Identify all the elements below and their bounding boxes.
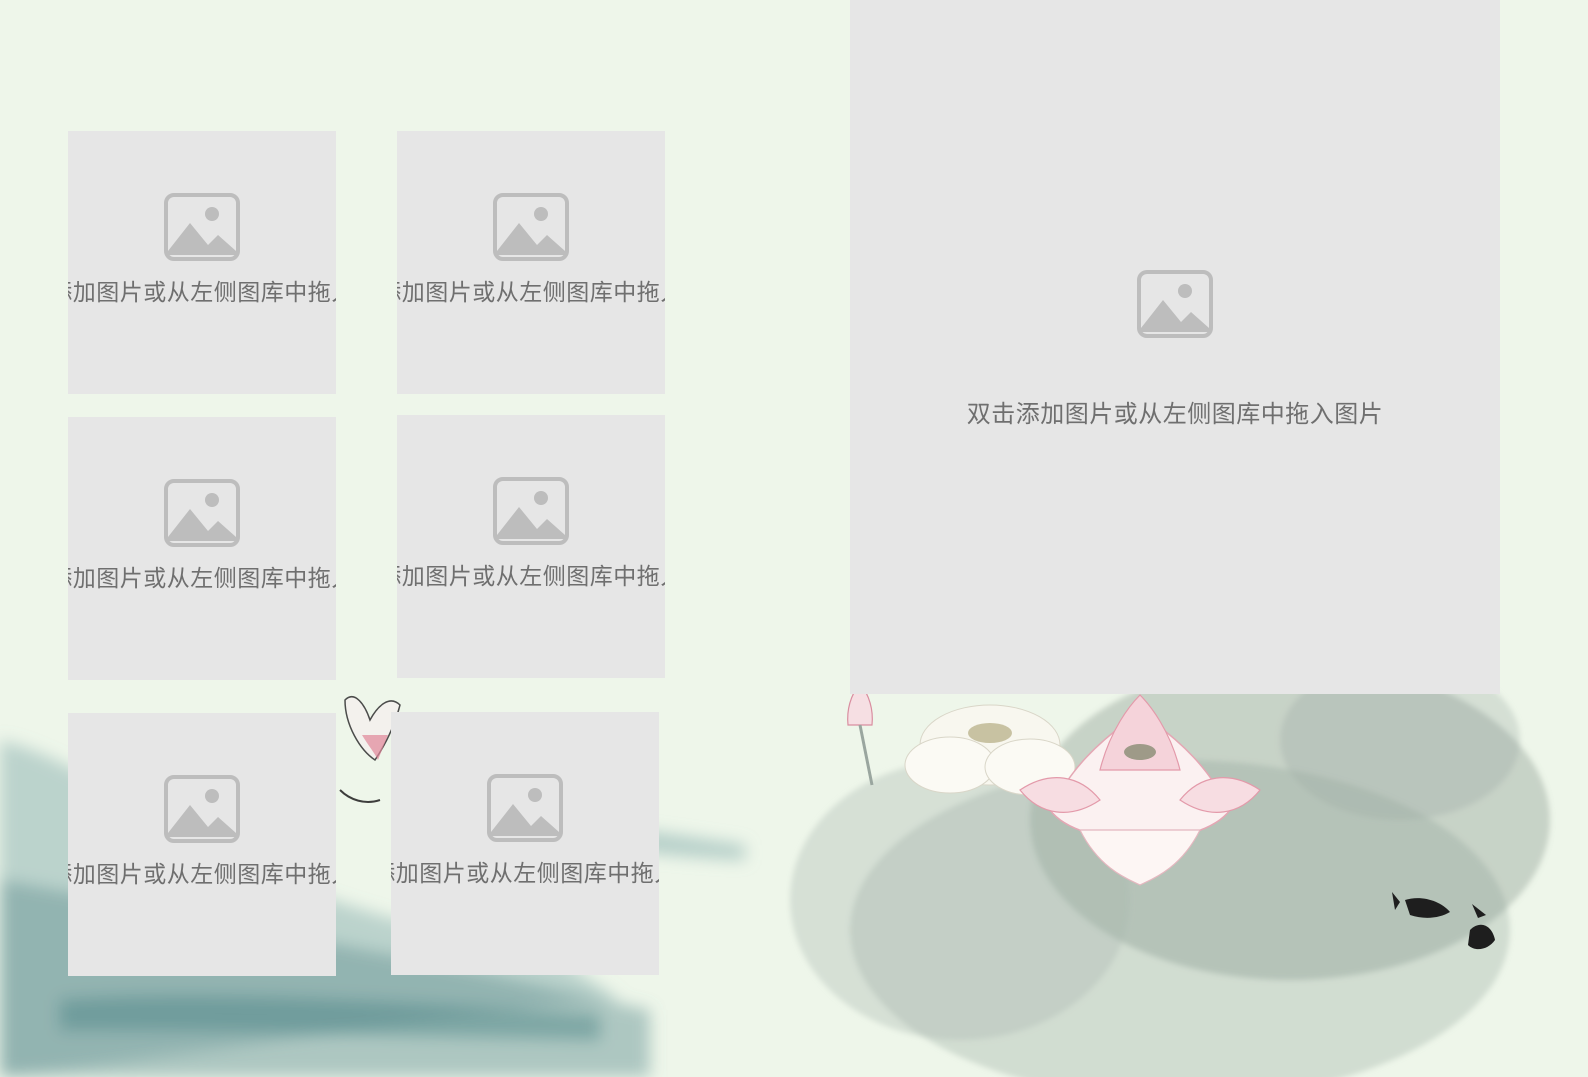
image-placeholder-small-5[interactable]: 双击添加图片或从左侧图库中拖入图片 (68, 713, 336, 976)
placeholder-hint-text: 双击添加图片或从左侧图库中拖入图片 (68, 862, 336, 888)
image-placeholder-small-6[interactable]: 双击添加图片或从左侧图库中拖入图片 (391, 712, 659, 975)
image-placeholder-small-2[interactable]: 双击添加图片或从左侧图库中拖入图片 (397, 131, 665, 394)
image-placeholder-icon (493, 193, 569, 261)
image-placeholder-large[interactable]: 双击添加图片或从左侧图库中拖入图片 (850, 0, 1500, 694)
slide-canvas: 双击添加图片或从左侧图库中拖入图片 双击添加图片或从左侧图库中拖入图片 双击添加… (0, 0, 1588, 1077)
placeholder-hint-text: 双击添加图片或从左侧图库中拖入图片 (68, 280, 336, 306)
image-placeholder-icon (164, 479, 240, 547)
placeholder-hint-text: 双击添加图片或从左侧图库中拖入图片 (68, 566, 336, 592)
image-placeholder-small-1[interactable]: 双击添加图片或从左侧图库中拖入图片 (68, 131, 336, 394)
placeholder-hint-text: 双击添加图片或从左侧图库中拖入图片 (397, 280, 665, 306)
image-placeholder-icon (493, 477, 569, 545)
placeholder-hint-text: 双击添加图片或从左侧图库中拖入图片 (397, 564, 665, 590)
image-placeholder-icon (164, 193, 240, 261)
placeholder-hint-text: 双击添加图片或从左侧图库中拖入图片 (966, 400, 1384, 428)
image-placeholder-small-3[interactable]: 双击添加图片或从左侧图库中拖入图片 (68, 417, 336, 680)
image-placeholder-icon (487, 774, 563, 842)
image-placeholder-icon (164, 775, 240, 843)
image-placeholder-icon (1137, 270, 1213, 338)
image-placeholder-small-4[interactable]: 双击添加图片或从左侧图库中拖入图片 (397, 415, 665, 678)
placeholder-hint-text: 双击添加图片或从左侧图库中拖入图片 (391, 861, 659, 887)
